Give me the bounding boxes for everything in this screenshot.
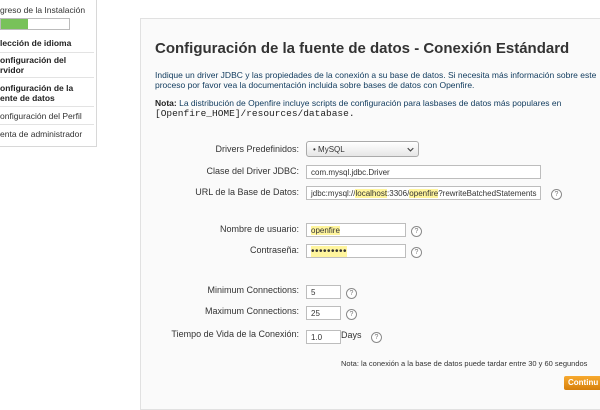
min-connections-input[interactable]: 5: [306, 285, 341, 299]
sidebar-item-label: onfiguración de la ente de datos: [0, 83, 74, 103]
sidebar-title: greso de la Instalación: [0, 5, 86, 15]
note-label: Nota:: [155, 98, 177, 108]
driver-class-input[interactable]: com.mysql.jdbc.Driver: [306, 165, 541, 179]
drivers-select[interactable]: • MySQL: [306, 141, 419, 157]
username-value: openfire: [311, 226, 340, 235]
sidebar-item-admin[interactable]: enta de administrador: [0, 129, 94, 142]
days-label: Days: [341, 330, 362, 340]
sidebar-item-label: onfiguración del rvidor: [0, 55, 67, 75]
intro-text: Indique un driver JDBC y las propiedades…: [155, 70, 597, 90]
lifetime-input[interactable]: 1.0: [306, 330, 341, 344]
db-url-help-icon[interactable]: ?: [551, 189, 562, 200]
sidebar-item-datasource[interactable]: onfiguración de la ente de datos: [0, 83, 94, 107]
lifetime-help-icon[interactable]: ?: [371, 332, 382, 343]
installation-sidebar: greso de la Instalación lección de idiom…: [0, 0, 97, 147]
sidebar-item-label: enta de administrador: [0, 129, 83, 139]
install-progress-bar: [0, 18, 70, 30]
db-url-input[interactable]: jdbc:mysql://localhost:3306/openfire?rew…: [306, 186, 541, 200]
password-value: •••••••••: [311, 246, 348, 257]
username-help-icon[interactable]: ?: [411, 226, 422, 237]
driver-class-label: Clase del Driver JDBC:: [206, 166, 299, 176]
drivers-selected: • MySQL: [313, 145, 345, 154]
note-path: [Openfire_HOME]/resources/database.: [155, 108, 355, 119]
password-label: Contraseña:: [249, 245, 299, 255]
max-connections-input[interactable]: 25: [306, 306, 341, 320]
note-body: La distribución de Openfire incluye scri…: [179, 98, 562, 108]
url-prefix: jdbc:mysql://: [311, 189, 356, 198]
username-label: Nombre de usuario:: [219, 224, 299, 234]
url-db: openfire: [409, 189, 439, 198]
lifetime-label: Tiempo de Vida de la Conexión:: [171, 329, 299, 339]
sidebar-item-server[interactable]: onfiguración del rvidor: [0, 55, 94, 78]
sidebar-item-profile[interactable]: onfiguración del Perfil: [0, 111, 94, 125]
install-progress-fill: [1, 19, 29, 29]
min-connections-label: Minimum Connections:: [207, 285, 299, 295]
drivers-label: Drivers Predefinidos:: [215, 144, 299, 154]
db-url-label: URL de la Base de Datos:: [195, 187, 299, 197]
password-input[interactable]: •••••••••: [306, 244, 406, 258]
password-help-icon[interactable]: ?: [411, 247, 422, 258]
max-connections-help-icon[interactable]: ?: [346, 309, 357, 320]
sidebar-item-label: lección de idioma: [0, 38, 72, 48]
url-host: localhost: [355, 189, 388, 198]
sidebar-item-language[interactable]: lección de idioma: [0, 38, 94, 53]
datasource-panel: Configuración de la fuente de datos - Co…: [140, 18, 600, 410]
username-input[interactable]: openfire: [306, 223, 406, 237]
note-text: Nota: La distribución de Openfire incluy…: [155, 98, 600, 119]
chevron-down-icon: [407, 147, 414, 152]
continue-button[interactable]: Continu: [564, 376, 600, 390]
footer-note: Nota: la conexión a la base de datos pue…: [341, 359, 588, 368]
sidebar-item-label: onfiguración del Perfil: [0, 111, 82, 121]
page-title: Configuración de la fuente de datos - Co…: [155, 40, 570, 57]
min-connections-help-icon[interactable]: ?: [346, 288, 357, 299]
url-suffix: ?rewriteBatchedStatements: [438, 189, 537, 198]
url-port: :3306/: [387, 189, 410, 198]
max-connections-label: Maximum Connections:: [204, 306, 299, 316]
